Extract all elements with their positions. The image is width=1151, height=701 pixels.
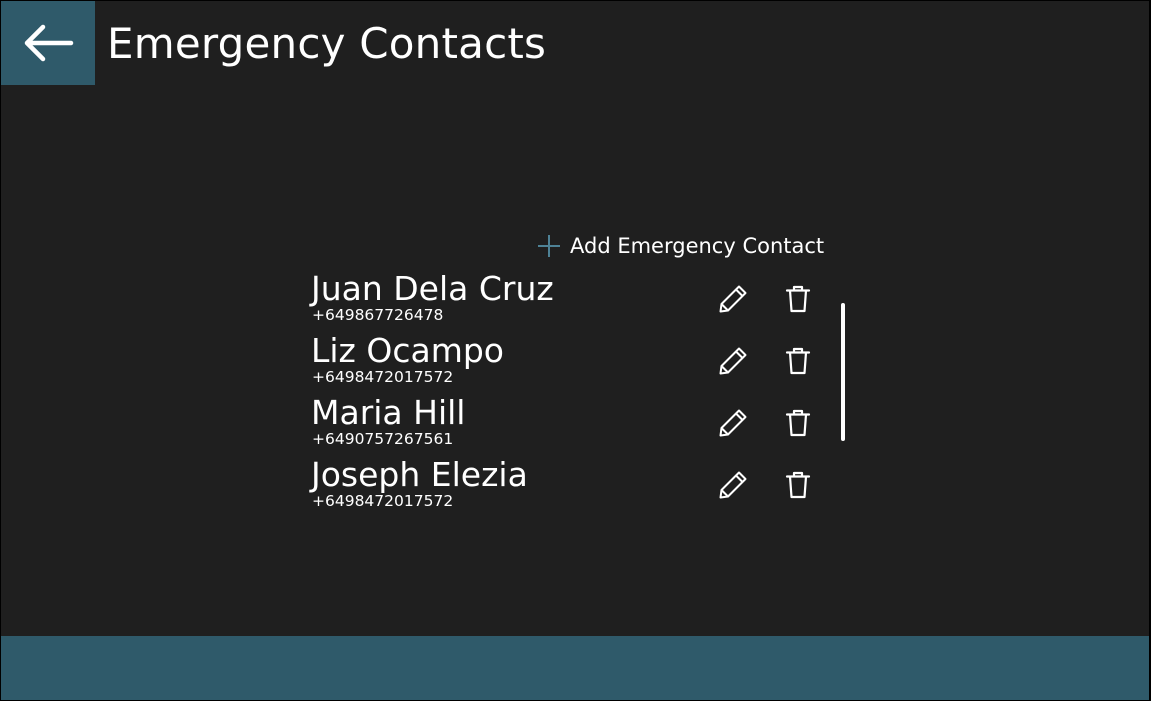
pencil-icon: [719, 409, 747, 437]
edit-contact-button[interactable]: [716, 406, 750, 440]
contact-row: Juan Dela Cruz +649867726478: [311, 269, 841, 331]
delete-contact-button[interactable]: [781, 344, 815, 378]
emergency-contacts-screen: Emergency Contacts Add Emergency Contact…: [1, 1, 1149, 700]
contact-row: Maria Hill +6490757267561: [311, 393, 841, 455]
contact-phone: +649867726478: [312, 306, 444, 324]
page-title: Emergency Contacts: [107, 19, 547, 68]
contact-name: Juan Dela Cruz: [311, 269, 554, 308]
edit-contact-button[interactable]: [716, 344, 750, 378]
pencil-icon: [719, 471, 747, 499]
contact-name: Joseph Elezia: [311, 455, 528, 494]
arrow-left-icon: [24, 24, 74, 62]
trash-icon: [785, 285, 811, 313]
add-emergency-contact-label: Add Emergency Contact: [570, 234, 825, 258]
pencil-icon: [719, 285, 747, 313]
contact-row: Liz Ocampo +6498472017572: [311, 331, 841, 393]
plus-icon: [536, 233, 562, 259]
contact-name: Liz Ocampo: [311, 331, 504, 370]
edit-contact-button[interactable]: [716, 282, 750, 316]
back-button[interactable]: [1, 1, 95, 85]
pencil-icon: [719, 347, 747, 375]
add-emergency-contact-button[interactable]: Add Emergency Contact: [536, 231, 824, 261]
trash-icon: [785, 347, 811, 375]
contact-phone: +6490757267561: [312, 430, 454, 448]
bottom-bar: [1, 636, 1149, 700]
delete-contact-button[interactable]: [781, 468, 815, 502]
contact-phone: +6498472017572: [312, 368, 454, 386]
contact-list: Juan Dela Cruz +649867726478 Liz Ocampo …: [311, 269, 841, 517]
contact-row: Joseph Elezia +6498472017572: [311, 455, 841, 517]
delete-contact-button[interactable]: [781, 282, 815, 316]
contact-name: Maria Hill: [311, 393, 466, 432]
contact-list-scrollbar[interactable]: [841, 303, 845, 441]
delete-contact-button[interactable]: [781, 406, 815, 440]
trash-icon: [785, 471, 811, 499]
contact-phone: +6498472017572: [312, 492, 454, 510]
trash-icon: [785, 409, 811, 437]
edit-contact-button[interactable]: [716, 468, 750, 502]
